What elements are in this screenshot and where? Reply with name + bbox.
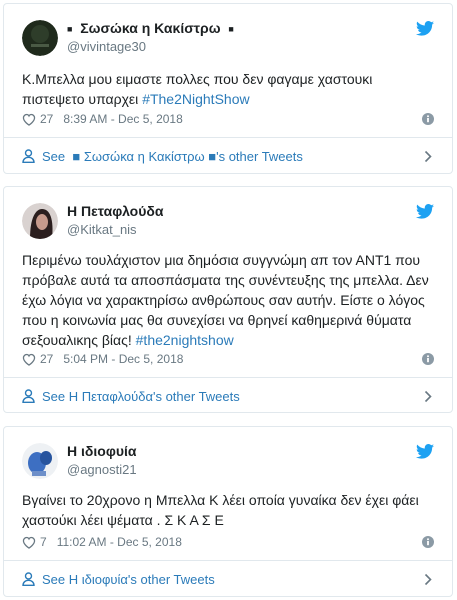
user-handle[interactable]: @vivintage30 — [67, 39, 146, 54]
chevron-right-icon — [424, 390, 432, 403]
user-handle[interactable]: @Kitkat_nis — [67, 222, 137, 237]
display-name[interactable]: Η Πεταφλούδα — [67, 203, 163, 219]
twitter-bird-icon[interactable] — [416, 21, 434, 36]
tweet-meta: 27 5:04 PM - Dec 5, 2018 — [22, 351, 434, 367]
person-icon — [22, 149, 35, 163]
info-icon[interactable] — [422, 113, 434, 125]
heart-icon[interactable] — [22, 353, 36, 366]
chevron-right-icon — [424, 573, 432, 586]
avatar[interactable] — [22, 20, 58, 56]
tweet-header: ■ Σωσώκα η Κακίστρω ■ @vivintage30 — [4, 4, 452, 62]
chevron-right-icon — [424, 150, 432, 163]
tweet-timestamp[interactable]: 11:02 AM - Dec 5, 2018 — [57, 535, 182, 549]
tweet-header: Η ιδιοφυία @agnosti21 — [4, 427, 452, 485]
person-icon — [22, 389, 35, 403]
hashtag-link[interactable]: #The2NightShow — [142, 91, 249, 107]
hashtag-link[interactable]: #the2nightshow — [136, 332, 234, 348]
tweet-text: Βγαίνει το 20χρονο η Μπελλα Κ λέει οποία… — [22, 492, 419, 528]
other-tweets-link[interactable]: See ■ Σωσώκα η Κακίστρω ■ 's other Tweet… — [4, 137, 452, 175]
tweet-meta: 7 11:02 AM - Dec 5, 2018 — [22, 534, 434, 550]
twitter-bird-icon[interactable] — [416, 204, 434, 219]
tweet-timestamp[interactable]: 5:04 PM - Dec 5, 2018 — [63, 352, 183, 366]
heart-icon[interactable] — [22, 536, 36, 549]
user-handle[interactable]: @agnosti21 — [67, 462, 137, 477]
other-tweets-link[interactable]: See Η Πεταφλούδα's other Tweets — [4, 377, 452, 415]
tweet-header: Η Πεταφλούδα @Kitkat_nis — [4, 187, 452, 245]
like-count: 27 — [40, 352, 54, 366]
twitter-bird-icon[interactable] — [416, 444, 434, 459]
display-name[interactable]: ■ Σωσώκα η Κακίστρω ■ — [67, 20, 234, 36]
tweet-card: Η Πεταφλούδα @Kitkat_nis Περιμένω τουλάχ… — [3, 186, 453, 413]
tweet-text: Κ.Μπελλα μου ειμαστε πολλες που δεν φαγα… — [22, 71, 373, 107]
tweet-meta: 27 8:39 AM - Dec 5, 2018 — [22, 111, 434, 127]
display-name[interactable]: Η ιδιοφυία — [67, 443, 136, 459]
tweet-text: Περιμένω τουλάχιστον μια δημόσια συγγνώμ… — [22, 252, 429, 348]
tweet-card: ■ Σωσώκα η Κακίστρω ■ @vivintage30 Κ.Μπε… — [3, 3, 453, 174]
info-icon[interactable] — [422, 536, 434, 548]
tweet-timestamp[interactable]: 8:39 AM - Dec 5, 2018 — [63, 112, 182, 126]
tweet-card: Η ιδιοφυία @agnosti21 Βγαίνει το 20χρονο… — [3, 426, 453, 597]
person-icon — [22, 572, 35, 586]
info-icon[interactable] — [422, 353, 434, 365]
like-count: 27 — [40, 112, 54, 126]
avatar[interactable] — [22, 203, 58, 239]
other-tweets-link[interactable]: See Η ιδιοφυία's other Tweets — [4, 560, 452, 598]
like-count: 7 — [40, 535, 47, 549]
avatar[interactable] — [22, 443, 58, 479]
heart-icon[interactable] — [22, 113, 36, 126]
